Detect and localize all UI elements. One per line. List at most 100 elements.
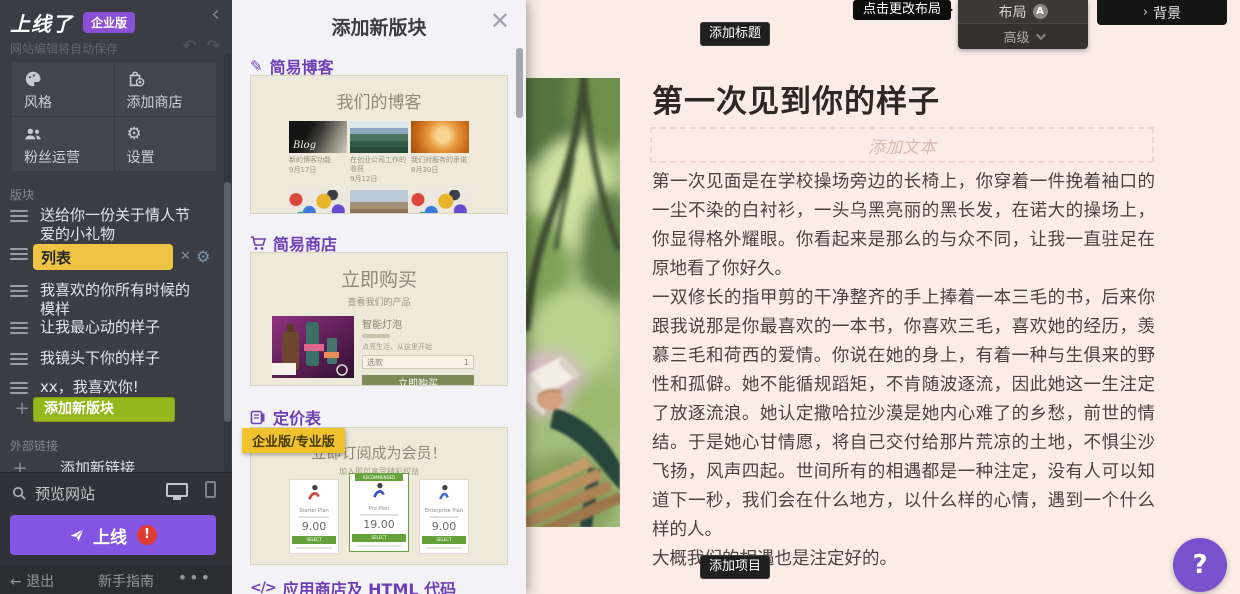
background-label: 背景: [1153, 3, 1181, 23]
background-button[interactable]: › 背景: [1097, 0, 1227, 25]
menu-item-fans[interactable]: 粉丝运营: [12, 117, 114, 171]
preview-site-label: 预览网站: [35, 483, 95, 504]
sidebar-footer: ← 退出 新手指南 •••: [0, 566, 232, 594]
plan-price: 9.00: [292, 520, 336, 533]
guide-button[interactable]: 新手指南: [98, 571, 154, 591]
plan-name: Enterprise Plan: [422, 508, 466, 514]
text-placeholder-box[interactable]: 添加文本: [650, 127, 1154, 163]
add-icon: +: [12, 397, 32, 421]
section-item[interactable]: xx，我喜欢你!: [10, 378, 215, 397]
menu-label-settings: 设置: [127, 147, 217, 167]
external-links-label: 外部链接: [10, 437, 58, 454]
text-placeholder-label: 添加文本: [868, 133, 936, 158]
plan-select-button[interactable]: SELECT: [292, 536, 336, 544]
store-card-subtitle: 查看我们的产品: [251, 295, 507, 308]
layout-panel: 布局 A 高级: [958, 0, 1088, 49]
blog-post-caption: 我们对服务的承诺 8月30日: [411, 156, 469, 184]
collapse-sidebar-icon[interactable]: ‹: [211, 4, 220, 26]
plan-select-button[interactable]: SELECT: [352, 534, 406, 542]
layout-button[interactable]: 布局 A: [958, 0, 1088, 23]
recommended-tag: RECOMMENDED: [355, 474, 404, 481]
chevron-right-icon: ›: [1143, 5, 1148, 20]
drag-handle-icon[interactable]: [10, 206, 32, 244]
blog-post-thumbnail: [411, 190, 469, 214]
store-product: 智能灯泡 点亮生活，从这里开始 选款 1 立即购买: [272, 316, 507, 386]
paragraph: 一双修长的指甲剪的干净整齐的手上捧着一本三毛的书，后来你跟我说那是你最喜欢的一本…: [652, 284, 1155, 545]
add-section-button[interactable]: 添加新版块: [33, 397, 175, 422]
drag-handle-icon[interactable]: [10, 378, 32, 397]
redo-icon[interactable]: ↷: [207, 36, 220, 55]
section-item[interactable]: 我镜头下你的样子: [10, 349, 215, 368]
section-rename-input[interactable]: [33, 244, 173, 270]
blog-post-thumbnail: [289, 190, 347, 214]
add-item-button[interactable]: 添加项目: [700, 555, 770, 579]
drag-handle-icon[interactable]: [10, 281, 32, 319]
variant-label: 选款: [367, 357, 383, 368]
product-tagline: 点亮生活，从这里开始: [362, 342, 474, 352]
blog-thumbnails: Blog: [251, 121, 507, 153]
layout-label: 布局: [999, 2, 1027, 22]
remove-section-icon[interactable]: ✕: [180, 244, 191, 270]
page-heading[interactable]: 第一次见到你的样子: [652, 76, 940, 121]
variant-selector[interactable]: 选款 1: [362, 355, 474, 369]
mobile-preview-icon[interactable]: [205, 481, 216, 498]
add-title-button[interactable]: 添加标题: [700, 22, 770, 46]
html-code-section-header[interactable]: </> 应用商店及 HTML 代码: [250, 576, 456, 594]
plan-subtext-placeholder: [299, 516, 330, 518]
close-icon[interactable]: ✕: [490, 8, 510, 34]
section-item[interactable]: 送给你一份关于情人节爱的小礼物: [10, 206, 215, 244]
plan-card: Enterprise Plan 9.00 SELECT: [419, 479, 469, 554]
product-image: [272, 316, 354, 378]
paragraph: 第一次见面是在学校操场旁边的长椅上，你穿着一件挽着袖口的一尘不染的白衬衫，一头乌…: [652, 168, 1155, 284]
blog-post-thumbnail: [350, 121, 408, 153]
product-name: 智能灯泡: [362, 316, 474, 331]
code-icon: </>: [250, 580, 276, 594]
plan-name: Starter Plan: [292, 508, 336, 514]
blog-post-date: 9月12日: [350, 175, 408, 184]
undo-icon[interactable]: ↶: [183, 36, 196, 55]
buy-now-button[interactable]: 立即购买: [362, 375, 474, 386]
pen-icon: ✎: [250, 57, 263, 75]
editor-sidebar: 上线了 企业版 ‹ 网站编辑将自动保存 ↶ ↷ 风格 添加商店: [0, 0, 232, 594]
help-button[interactable]: ?: [1173, 538, 1227, 592]
section-item[interactable]: 我喜欢的你所有时候的模样: [10, 281, 215, 319]
section-settings-icon[interactable]: ⚙: [196, 244, 210, 270]
store-bag-icon: [127, 70, 147, 88]
pricing-section-label: 定价表: [273, 405, 321, 429]
plan-subtext-placeholder: [429, 516, 460, 518]
drag-handle-icon[interactable]: [10, 318, 32, 337]
blog-post-caption: 在创业公司工作的收获 9月12日: [350, 156, 408, 184]
plan-caption-placeholder: [296, 547, 331, 549]
blog-post-thumbnail: Blog: [289, 121, 347, 153]
sidebar-scrollbar-thumb[interactable]: [224, 182, 231, 422]
publish-button[interactable]: 上线 !: [10, 515, 216, 555]
cart-icon: [250, 235, 266, 251]
layout-tooltip: 点击更改布局: [853, 0, 951, 20]
blog-template-card[interactable]: 我们的博客 Blog 新的博客功能 9月17日 在创业公司工作的收获 9月12日: [250, 75, 508, 214]
more-options-icon[interactable]: •••: [178, 568, 212, 587]
pricing-table-icon: [250, 409, 266, 425]
section-label: xx，我喜欢你!: [40, 378, 192, 397]
pricing-plans: Starter Plan 9.00 SELECT RECOMMENDED Pro…: [289, 479, 479, 554]
drag-handle-icon[interactable]: [10, 349, 32, 368]
exit-label: 退出: [26, 574, 54, 590]
publish-label: 上线: [93, 523, 127, 548]
section-item[interactable]: 让我最心动的样子: [10, 318, 215, 337]
drag-handle-icon[interactable]: [10, 244, 32, 263]
modal-scrollbar[interactable]: [516, 48, 523, 118]
body-text[interactable]: 第一次见面是在学校操场旁边的长椅上，你穿着一件挽着袖口的一尘不染的白衬衫，一头乌…: [652, 168, 1155, 574]
advanced-button[interactable]: 高级: [958, 23, 1088, 49]
menu-item-style[interactable]: 风格: [12, 62, 114, 116]
plan-requirement-badge: 企业版/专业版: [242, 428, 345, 453]
menu-item-settings[interactable]: ⚙ 设置: [115, 117, 217, 171]
plan-select-button[interactable]: SELECT: [422, 536, 466, 544]
desktop-preview-icon[interactable]: [166, 483, 188, 497]
plan-price: 9.00: [422, 520, 466, 533]
blog-post-title: 新的博客功能: [289, 156, 331, 164]
blog-post-date: 9月17日: [289, 166, 347, 175]
store-template-card[interactable]: 立即购买 查看我们的产品: [250, 252, 508, 386]
preview-site-button[interactable]: 预览网站: [12, 483, 95, 504]
menu-item-add-store[interactable]: 添加商店: [115, 62, 217, 116]
exit-button[interactable]: ← 退出: [10, 571, 54, 591]
plan-card: Starter Plan 9.00 SELECT: [289, 479, 339, 554]
